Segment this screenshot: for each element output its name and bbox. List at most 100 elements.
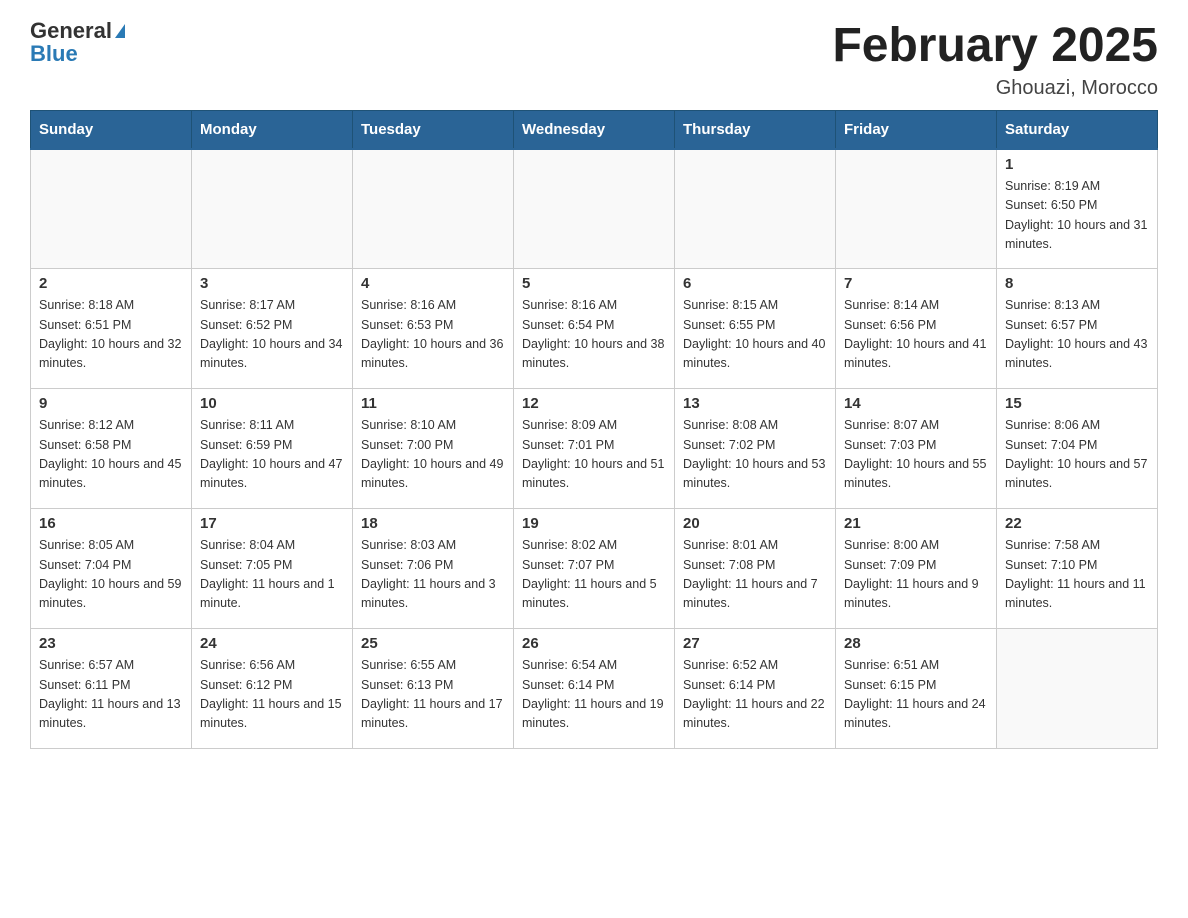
day-number: 3 — [200, 275, 344, 292]
calendar-cell: 13 Sunrise: 8:08 AMSunset: 7:02 PMDayligh… — [675, 389, 836, 509]
header-row: SundayMondayTuesdayWednesdayThursdayFrid… — [31, 110, 1158, 149]
calendar-cell: 14Sunrise: 8:07 AMSunset: 7:03 PMDayligh… — [836, 389, 997, 509]
day-number: 24 — [200, 635, 344, 652]
calendar-cell — [514, 149, 675, 269]
logo-blue-text: Blue — [30, 41, 78, 66]
calendar-cell — [353, 149, 514, 269]
calendar-cell — [31, 149, 192, 269]
calendar-cell: 23 Sunrise: 6:57 AMSunset: 6:11 PMDayligh… — [31, 629, 192, 749]
calendar-cell: 17 Sunrise: 8:04 AMSunset: 7:05 PMDayligh… — [192, 509, 353, 629]
calendar-cell: 19 Sunrise: 8:02 AMSunset: 7:07 PMDayligh… — [514, 509, 675, 629]
header-day-monday: Monday — [192, 110, 353, 149]
calendar-cell: 20 Sunrise: 8:01 AMSunset: 7:08 PMDayligh… — [675, 509, 836, 629]
day-number: 23 — [39, 635, 183, 652]
week-row-4: 16 Sunrise: 8:05 AMSunset: 7:04 PMDayligh… — [31, 509, 1158, 629]
calendar-cell: 7 Sunrise: 8:14 AMSunset: 6:56 PMDaylight… — [836, 269, 997, 389]
day-info: Sunrise: 8:11 AMSunset: 6:59 PMDaylight:… — [200, 416, 344, 494]
day-info: Sunrise: 8:04 AMSunset: 7:05 PMDaylight:… — [200, 536, 344, 614]
calendar-body: 1 Sunrise: 8:19 AMSunset: 6:50 PMDaylight… — [31, 149, 1158, 749]
day-number: 2 — [39, 275, 183, 292]
calendar-cell: 10Sunrise: 8:11 AMSunset: 6:59 PMDayligh… — [192, 389, 353, 509]
day-number: 5 — [522, 275, 666, 292]
calendar-cell: 26 Sunrise: 6:54 AMSunset: 6:14 PMDayligh… — [514, 629, 675, 749]
day-info: Sunrise: 8:12 AMSunset: 6:58 PMDaylight:… — [39, 416, 183, 494]
day-number: 14 — [844, 395, 988, 412]
calendar-cell: 21 Sunrise: 8:00 AMSunset: 7:09 PMDayligh… — [836, 509, 997, 629]
calendar-header: SundayMondayTuesdayWednesdayThursdayFrid… — [31, 110, 1158, 149]
logo-general-text: General — [30, 18, 112, 43]
calendar-cell: 8Sunrise: 8:13 AMSunset: 6:57 PMDaylight… — [997, 269, 1158, 389]
calendar-cell: 1 Sunrise: 8:19 AMSunset: 6:50 PMDaylight… — [997, 149, 1158, 269]
day-info: Sunrise: 6:52 AMSunset: 6:14 PMDaylight:… — [683, 656, 827, 734]
page-header: General Blue February 2025 Ghouazi, Moro… — [30, 20, 1158, 100]
header-day-wednesday: Wednesday — [514, 110, 675, 149]
calendar-cell: 4Sunrise: 8:16 AMSunset: 6:53 PMDaylight… — [353, 269, 514, 389]
day-info: Sunrise: 8:06 AMSunset: 7:04 PMDaylight:… — [1005, 416, 1149, 494]
calendar-cell — [997, 629, 1158, 749]
calendar-cell: 9 Sunrise: 8:12 AMSunset: 6:58 PMDaylight… — [31, 389, 192, 509]
day-number: 21 — [844, 515, 988, 532]
logo-line1: General — [30, 20, 125, 43]
logo-triangle-icon — [115, 24, 125, 38]
calendar-cell: 6 Sunrise: 8:15 AMSunset: 6:55 PMDaylight… — [675, 269, 836, 389]
calendar-cell: 15 Sunrise: 8:06 AMSunset: 7:04 PMDayligh… — [997, 389, 1158, 509]
day-info: Sunrise: 8:01 AMSunset: 7:08 PMDaylight:… — [683, 536, 827, 614]
day-info: Sunrise: 8:00 AMSunset: 7:09 PMDaylight:… — [844, 536, 988, 614]
day-info: Sunrise: 8:03 AMSunset: 7:06 PMDaylight:… — [361, 536, 505, 614]
calendar-cell: 28Sunrise: 6:51 AMSunset: 6:15 PMDayligh… — [836, 629, 997, 749]
logo-line2: Blue — [30, 43, 78, 66]
day-number: 19 — [522, 515, 666, 532]
calendar-cell: 12 Sunrise: 8:09 AMSunset: 7:01 PMDayligh… — [514, 389, 675, 509]
day-info: Sunrise: 6:55 AMSunset: 6:13 PMDaylight:… — [361, 656, 505, 734]
day-info: Sunrise: 8:10 AMSunset: 7:00 PMDaylight:… — [361, 416, 505, 494]
calendar-cell: 27 Sunrise: 6:52 AMSunset: 6:14 PMDayligh… — [675, 629, 836, 749]
calendar-cell: 25Sunrise: 6:55 AMSunset: 6:13 PMDayligh… — [353, 629, 514, 749]
calendar-cell: 2Sunrise: 8:18 AMSunset: 6:51 PMDaylight… — [31, 269, 192, 389]
calendar-cell — [836, 149, 997, 269]
week-row-2: 2Sunrise: 8:18 AMSunset: 6:51 PMDaylight… — [31, 269, 1158, 389]
day-info: Sunrise: 8:14 AMSunset: 6:56 PMDaylight:… — [844, 296, 988, 374]
day-number: 9 — [39, 395, 183, 412]
calendar-cell — [675, 149, 836, 269]
calendar-cell — [192, 149, 353, 269]
calendar-cell: 11 Sunrise: 8:10 AMSunset: 7:00 PMDayligh… — [353, 389, 514, 509]
day-info: Sunrise: 6:57 AMSunset: 6:11 PMDaylight:… — [39, 656, 183, 734]
day-info: Sunrise: 8:19 AMSunset: 6:50 PMDaylight:… — [1005, 177, 1149, 255]
calendar-cell: 16 Sunrise: 8:05 AMSunset: 7:04 PMDayligh… — [31, 509, 192, 629]
header-day-thursday: Thursday — [675, 110, 836, 149]
day-number: 12 — [522, 395, 666, 412]
calendar-cell: 5Sunrise: 8:16 AMSunset: 6:54 PMDaylight… — [514, 269, 675, 389]
calendar-cell: 24Sunrise: 6:56 AMSunset: 6:12 PMDayligh… — [192, 629, 353, 749]
day-info: Sunrise: 7:58 AMSunset: 7:10 PMDaylight:… — [1005, 536, 1149, 614]
day-number: 26 — [522, 635, 666, 652]
header-day-saturday: Saturday — [997, 110, 1158, 149]
day-info: Sunrise: 8:09 AMSunset: 7:01 PMDaylight:… — [522, 416, 666, 494]
day-info: Sunrise: 8:13 AMSunset: 6:57 PMDaylight:… — [1005, 296, 1149, 374]
calendar-table: SundayMondayTuesdayWednesdayThursdayFrid… — [30, 110, 1158, 750]
day-number: 13 — [683, 395, 827, 412]
day-info: Sunrise: 8:15 AMSunset: 6:55 PMDaylight:… — [683, 296, 827, 374]
day-number: 1 — [1005, 156, 1149, 173]
day-number: 11 — [361, 395, 505, 412]
day-info: Sunrise: 6:54 AMSunset: 6:14 PMDaylight:… — [522, 656, 666, 734]
location-title: Ghouazi, Morocco — [832, 77, 1158, 100]
week-row-3: 9 Sunrise: 8:12 AMSunset: 6:58 PMDaylight… — [31, 389, 1158, 509]
day-number: 18 — [361, 515, 505, 532]
day-number: 16 — [39, 515, 183, 532]
title-area: February 2025 Ghouazi, Morocco — [832, 20, 1158, 100]
day-info: Sunrise: 8:02 AMSunset: 7:07 PMDaylight:… — [522, 536, 666, 614]
day-info: Sunrise: 8:17 AMSunset: 6:52 PMDaylight:… — [200, 296, 344, 374]
day-info: Sunrise: 6:51 AMSunset: 6:15 PMDaylight:… — [844, 656, 988, 734]
day-number: 17 — [200, 515, 344, 532]
day-number: 7 — [844, 275, 988, 292]
day-number: 6 — [683, 275, 827, 292]
day-number: 27 — [683, 635, 827, 652]
day-info: Sunrise: 8:16 AMSunset: 6:53 PMDaylight:… — [361, 296, 505, 374]
header-day-tuesday: Tuesday — [353, 110, 514, 149]
calendar-cell: 22Sunrise: 7:58 AMSunset: 7:10 PMDayligh… — [997, 509, 1158, 629]
day-number: 15 — [1005, 395, 1149, 412]
day-number: 20 — [683, 515, 827, 532]
day-info: Sunrise: 8:08 AMSunset: 7:02 PMDaylight:… — [683, 416, 827, 494]
day-info: Sunrise: 8:05 AMSunset: 7:04 PMDaylight:… — [39, 536, 183, 614]
logo: General Blue — [30, 20, 125, 66]
